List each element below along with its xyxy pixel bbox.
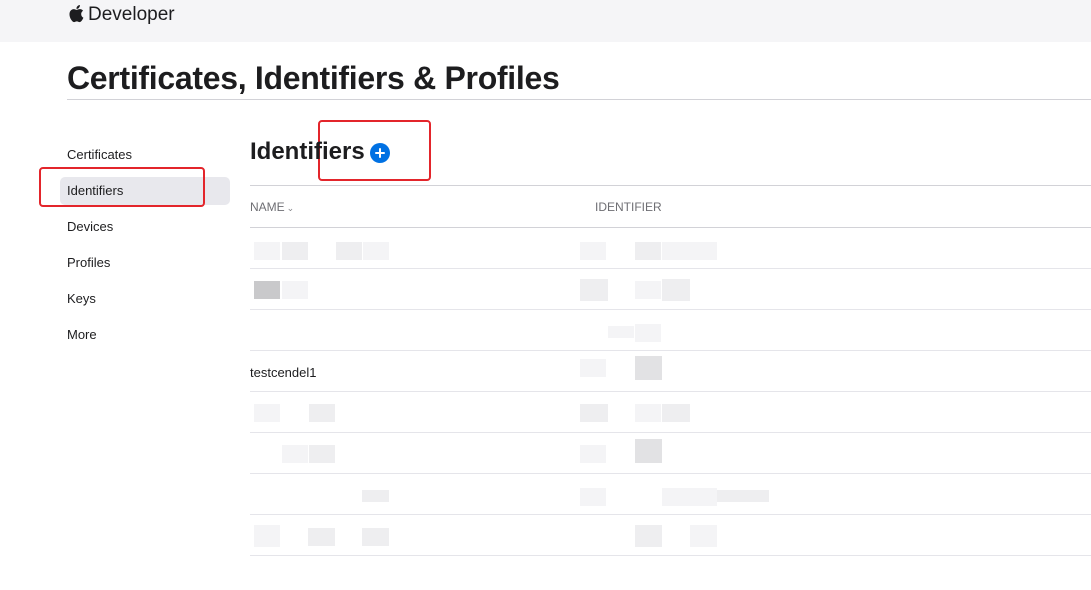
redacted-block	[580, 279, 608, 301]
table-row[interactable]	[250, 269, 1091, 310]
table-row[interactable]	[250, 310, 1091, 351]
redacted-block	[635, 404, 661, 422]
redacted-block	[363, 242, 389, 260]
table-row[interactable]	[250, 433, 1091, 474]
sidebar-item-certificates[interactable]: Certificates	[60, 141, 230, 169]
global-nav: Developer	[0, 0, 1091, 42]
redacted-block	[635, 525, 662, 547]
redacted-block	[580, 242, 606, 260]
redacted-block	[580, 488, 606, 506]
redacted-block	[608, 326, 634, 338]
column-header-identifier[interactable]: IDENTIFIER	[595, 200, 662, 214]
redacted-block	[635, 281, 661, 299]
section-header: Identifiers	[250, 138, 390, 166]
table-header: NAME ⌄ IDENTIFIER	[250, 185, 1091, 228]
redacted-block	[690, 525, 717, 547]
redacted-block	[362, 528, 389, 546]
redacted-block	[282, 281, 308, 299]
redacted-block	[580, 404, 608, 422]
table-row[interactable]	[250, 228, 1091, 269]
redacted-block	[662, 404, 690, 422]
redacted-block	[309, 445, 335, 463]
table-row[interactable]: testcendel1	[250, 351, 1091, 392]
redacted-block	[254, 404, 280, 422]
redacted-block	[254, 281, 280, 299]
redacted-block	[336, 242, 362, 260]
apple-icon	[69, 5, 84, 23]
redacted-block	[635, 356, 662, 380]
table-row[interactable]	[250, 392, 1091, 433]
page-title: Certificates, Identifiers & Profiles	[67, 60, 560, 96]
brand-label: Developer	[88, 4, 175, 25]
title-divider	[67, 99, 1091, 100]
redacted-block	[635, 439, 662, 463]
column-header-name-label: NAME	[250, 200, 285, 214]
redacted-block	[717, 490, 769, 502]
redacted-block	[662, 488, 717, 506]
redacted-block	[254, 242, 280, 260]
redacted-block	[282, 242, 308, 260]
redacted-block	[580, 359, 606, 377]
redacted-block	[662, 279, 690, 301]
add-identifier-button[interactable]	[369, 143, 390, 163]
redacted-block	[282, 445, 308, 463]
redacted-block	[309, 404, 335, 422]
plus-icon	[374, 148, 385, 158]
sidebar-item-keys[interactable]: Keys	[60, 285, 230, 313]
redacted-block	[362, 490, 389, 502]
row-name: testcendel1	[250, 365, 317, 380]
sidebar-item-devices[interactable]: Devices	[60, 213, 230, 241]
redacted-block	[635, 324, 661, 342]
column-header-name[interactable]: NAME ⌄	[250, 200, 294, 214]
developer-home-link[interactable]: Developer	[68, 4, 175, 26]
chevron-down-icon: ⌄	[286, 203, 295, 213]
sidebar-item-more[interactable]: More	[60, 321, 230, 349]
table-row[interactable]	[250, 474, 1091, 515]
redacted-block	[254, 525, 280, 547]
table-row[interactable]	[250, 515, 1091, 556]
redacted-block	[635, 242, 661, 260]
redacted-block	[580, 445, 606, 463]
highlight-box-identifiers	[39, 167, 205, 207]
sidebar-item-profiles[interactable]: Profiles	[60, 249, 230, 277]
redacted-block	[308, 528, 335, 546]
identifiers-table: NAME ⌄ IDENTIFIER testcendel1	[250, 185, 1091, 556]
redacted-block	[662, 242, 717, 260]
section-title: Identifiers	[250, 138, 365, 165]
